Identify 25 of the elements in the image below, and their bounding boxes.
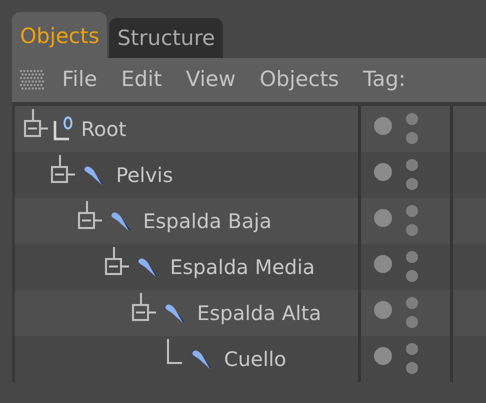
visibility-dots-icon[interactable]: [373, 158, 419, 192]
grip-icon[interactable]: [20, 69, 46, 91]
collapse-icon[interactable]: [23, 109, 49, 139]
visibility-dots-icon[interactable]: [373, 250, 419, 284]
object-name[interactable]: Cuello: [224, 344, 286, 374]
visibility-dots-icon[interactable]: [373, 296, 419, 330]
collapse-icon[interactable]: [77, 201, 103, 231]
menu-item[interactable]: Tag:: [351, 64, 418, 96]
object-name[interactable]: Espalda Media: [170, 252, 315, 282]
visibility-dots-icon[interactable]: [373, 204, 419, 238]
visibility-dots-icon[interactable]: [373, 112, 419, 146]
menu-item[interactable]: Objects: [248, 64, 351, 96]
collapse-icon[interactable]: [131, 293, 157, 323]
menu-item[interactable]: File: [50, 64, 110, 96]
object-name[interactable]: Espalda Baja: [143, 206, 272, 236]
visibility-dots-icon[interactable]: [373, 342, 419, 376]
object-name[interactable]: Root: [81, 114, 126, 144]
menu-item[interactable]: Edit: [109, 64, 174, 96]
object-name[interactable]: Espalda Alta: [197, 298, 322, 328]
menu-item[interactable]: View: [174, 64, 248, 96]
collapse-icon[interactable]: [104, 247, 130, 277]
tab[interactable]: Structure: [109, 18, 224, 58]
tab[interactable]: Objects: [12, 12, 108, 58]
collapse-icon[interactable]: [50, 155, 76, 185]
object-name[interactable]: Pelvis: [116, 160, 174, 190]
